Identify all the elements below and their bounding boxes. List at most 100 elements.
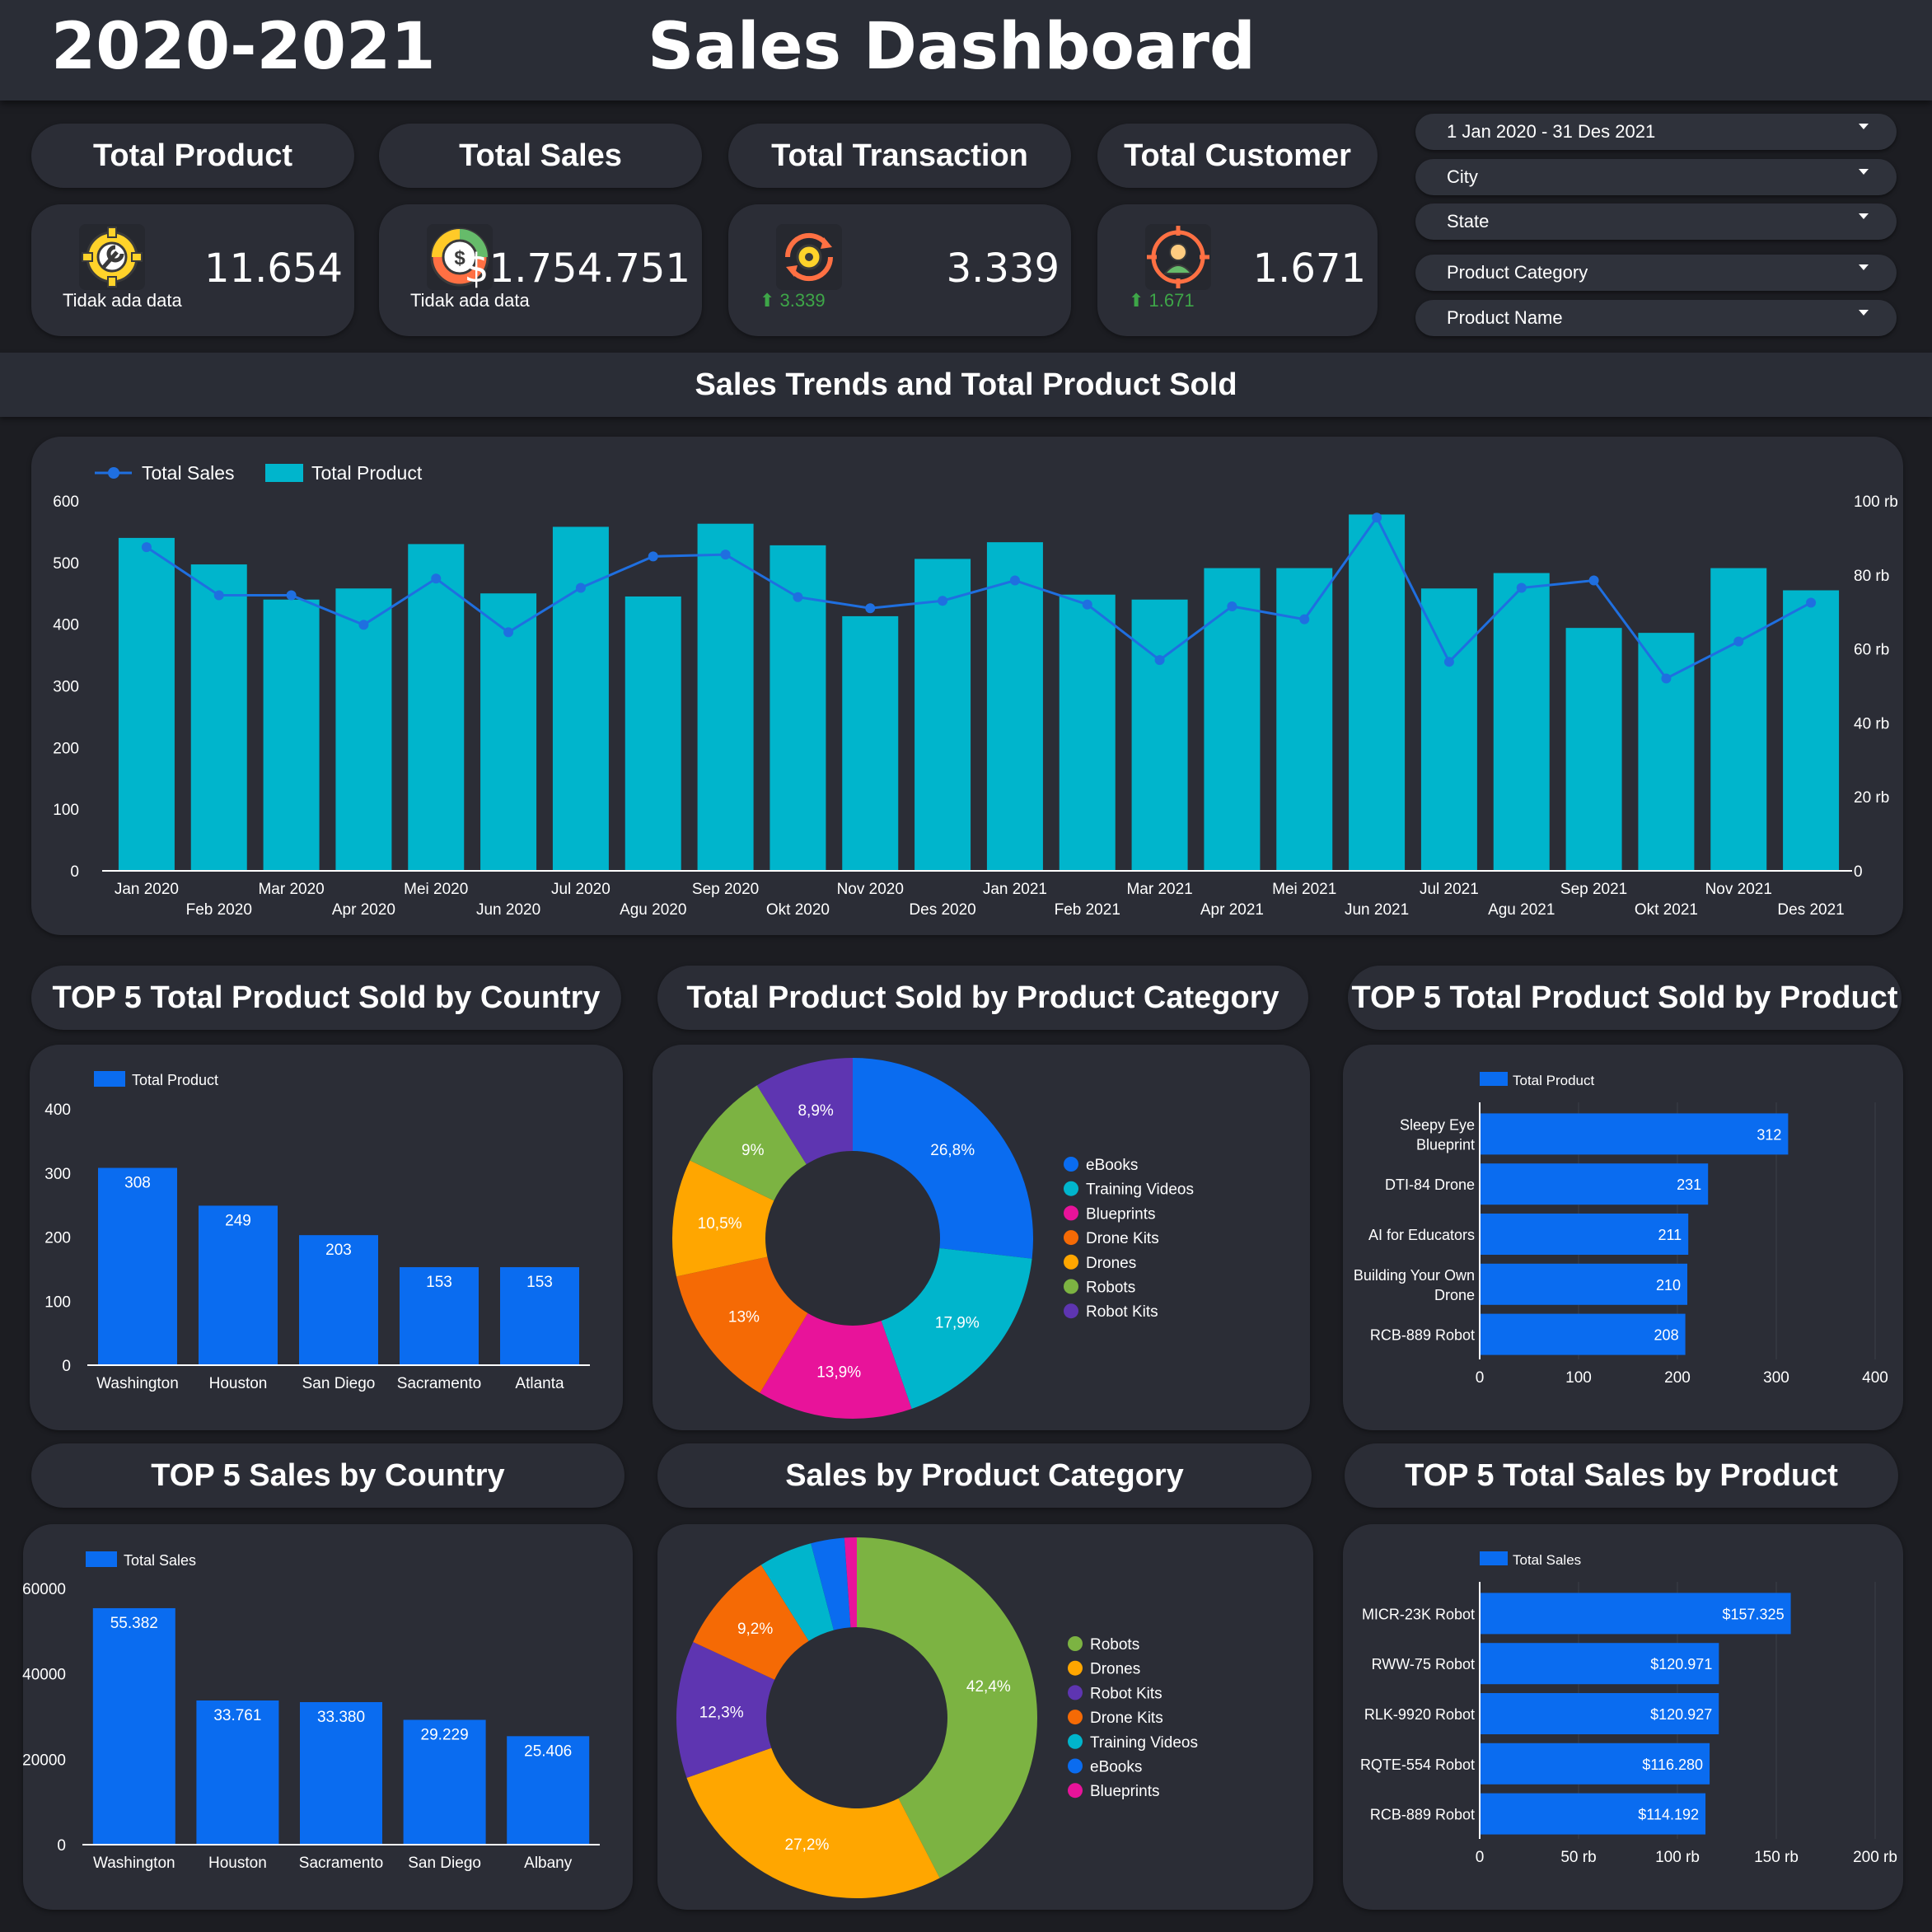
legend-swatch: [94, 1071, 125, 1087]
bar-data-label: 203: [325, 1242, 352, 1259]
y-axis-category-label: RLK-9920 Robot: [1364, 1706, 1475, 1723]
legend-marker: [1068, 1758, 1083, 1774]
y-axis-tick-label: 300: [44, 1166, 71, 1183]
legend-marker: [1064, 1230, 1078, 1246]
bar-data-label: 211: [1658, 1227, 1682, 1243]
bar-data-label: 249: [225, 1212, 251, 1229]
legend-marker: [1068, 1636, 1083, 1651]
donut-slice: [686, 1747, 940, 1898]
bar-value: [98, 1167, 177, 1365]
bar-data-label: 33.380: [317, 1709, 365, 1726]
bar-data-label: $116.280: [1642, 1757, 1703, 1773]
slice-data-label: 12,3%: [699, 1704, 744, 1721]
y-axis-category-label: Blueprint: [1416, 1136, 1475, 1153]
y-axis-category-label: DTI-84 Drone: [1385, 1177, 1475, 1193]
legend-marker: [1064, 1205, 1078, 1221]
slice-data-label: 27,2%: [785, 1836, 830, 1854]
x-axis-tick-label: 50 rb: [1560, 1849, 1596, 1866]
x-axis-tick-label: 150 rb: [1754, 1849, 1799, 1866]
legend-marker: [1068, 1685, 1083, 1700]
y-axis-category-label: RWW-75 Robot: [1372, 1656, 1475, 1672]
x-axis-tick-label: 100 rb: [1655, 1849, 1700, 1866]
legend-label: Robots: [1086, 1279, 1135, 1297]
y-axis-category-label: Drone: [1434, 1287, 1475, 1303]
legend-label: Blueprints: [1090, 1783, 1160, 1800]
slice-data-label: 42,4%: [966, 1678, 1011, 1696]
bar-data-label: 210: [1656, 1277, 1681, 1293]
bar-value: [1480, 1163, 1709, 1205]
bar-data-label: $120.971: [1650, 1656, 1712, 1672]
x-axis-tick-label: San Diego: [302, 1375, 376, 1392]
legend-label: eBooks: [1086, 1157, 1138, 1174]
y-axis-tick-label: 100: [44, 1293, 71, 1311]
x-axis-tick-label: Houston: [208, 1855, 267, 1872]
x-axis-tick-label: Sacramento: [397, 1375, 481, 1392]
bar-data-label: 33.761: [213, 1707, 261, 1724]
x-axis-tick-label: San Diego: [408, 1855, 481, 1872]
y-axis-category-label: Sleepy Eye: [1400, 1116, 1475, 1133]
x-axis-tick-label: 300: [1763, 1369, 1789, 1387]
legend-label: Robot Kits: [1086, 1303, 1158, 1321]
bar-value: [1480, 1214, 1689, 1255]
legend-marker: [1064, 1279, 1078, 1294]
bar-data-label: 25.406: [524, 1743, 572, 1760]
legend-label: Drones: [1086, 1255, 1136, 1272]
slice-data-label: 13,9%: [816, 1364, 861, 1382]
legend-label: Total Product: [1513, 1073, 1594, 1088]
bar-data-label: 308: [124, 1175, 151, 1192]
x-axis-tick-label: Albany: [524, 1855, 573, 1872]
slice-data-label: 13%: [728, 1309, 760, 1326]
legend-label: eBooks: [1090, 1759, 1142, 1776]
y-axis-category-label: MICR-23K Robot: [1362, 1606, 1475, 1622]
y-axis-tick-label: 200: [44, 1230, 71, 1247]
slice-data-label: 9,2%: [737, 1621, 773, 1638]
legend-label: Training Videos: [1086, 1181, 1194, 1199]
legend-marker: [1064, 1181, 1078, 1196]
bar-data-label: 312: [1757, 1126, 1781, 1143]
legend-marker: [1068, 1710, 1083, 1725]
x-axis-tick-label: 100: [1565, 1369, 1592, 1387]
bar-data-label: 29.229: [421, 1726, 469, 1743]
legend-label: Robot Kits: [1090, 1685, 1162, 1702]
bar-value: [1480, 1113, 1789, 1155]
x-axis-tick-label: 0: [1476, 1369, 1485, 1387]
bar-data-label: 153: [526, 1274, 553, 1291]
bar-value: [92, 1607, 175, 1845]
y-axis-tick-label: 0: [57, 1837, 66, 1855]
x-axis-tick-label: 200 rb: [1853, 1849, 1897, 1866]
y-axis-category-label: RQTE-554 Robot: [1360, 1757, 1475, 1773]
legend-marker: [1068, 1733, 1083, 1749]
bar-data-label: $114.192: [1638, 1807, 1699, 1823]
legend-label: Total Product: [132, 1072, 218, 1088]
x-axis-tick-label: Atlanta: [515, 1375, 564, 1392]
legend-marker: [1064, 1303, 1078, 1319]
bar-data-label: 55.382: [110, 1615, 158, 1632]
x-axis-tick-label: Sacramento: [299, 1855, 383, 1872]
bar-data-label: 231: [1677, 1177, 1701, 1193]
bar-data-label: 208: [1654, 1327, 1679, 1344]
legend-label: Drones: [1090, 1661, 1140, 1678]
legend-marker: [1064, 1157, 1078, 1172]
legend-marker: [1068, 1783, 1083, 1799]
y-axis-tick-label: 20000: [22, 1752, 66, 1769]
y-axis-tick-label: 60000: [22, 1581, 66, 1598]
slice-data-label: 9%: [741, 1142, 765, 1159]
bar-data-label: $157.325: [1723, 1606, 1785, 1622]
y-axis-tick-label: 40000: [22, 1667, 66, 1684]
legend-swatch: [1480, 1551, 1508, 1565]
legend-label: Robots: [1090, 1636, 1139, 1654]
x-axis-tick-label: Washington: [96, 1375, 179, 1392]
legend-swatch: [86, 1551, 117, 1567]
slice-data-label: 26,8%: [930, 1142, 975, 1159]
legend-marker: [1068, 1660, 1083, 1676]
slice-data-label: 10,5%: [698, 1215, 742, 1233]
y-axis-category-label: RCB-889 Robot: [1370, 1327, 1475, 1344]
small-charts-layer: 0 100 200 300 400 308 Washington 249 Houston 203 S…: [22, 1058, 1897, 1898]
slice-data-label: 8,9%: [798, 1102, 833, 1120]
legend-label: Total Sales: [124, 1552, 196, 1569]
legend-label: Drone Kits: [1090, 1710, 1163, 1727]
legend-marker: [1064, 1254, 1078, 1270]
y-axis-category-label: AI for Educators: [1368, 1227, 1475, 1243]
legend-label: Drone Kits: [1086, 1230, 1159, 1247]
x-axis-tick-label: 200: [1664, 1369, 1691, 1387]
